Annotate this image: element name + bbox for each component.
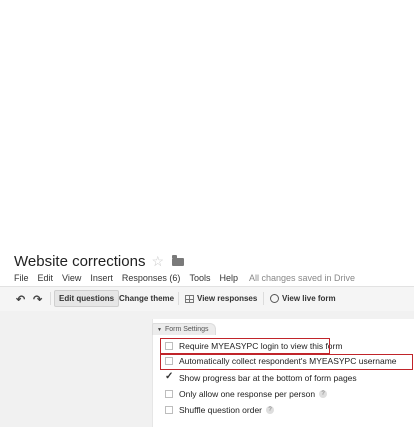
- change-theme-label: Change theme: [119, 294, 175, 303]
- menu-bar: File Edit View Insert Responses (6) Tool…: [14, 271, 364, 285]
- globe-icon: [270, 294, 279, 303]
- menu-help[interactable]: Help: [219, 273, 238, 283]
- option-label: Only allow one response per person: [179, 389, 316, 399]
- save-status: All changes saved in Drive: [248, 273, 356, 283]
- folder-icon[interactable]: [172, 255, 185, 266]
- editor-content: ▼ Form Settings Require MYEASYPC login t…: [0, 311, 414, 427]
- toolbar-divider: [178, 292, 179, 305]
- menu-responses[interactable]: Responses (6): [122, 273, 181, 283]
- option-shuffle-questions[interactable]: Shuffle question order ?: [165, 404, 275, 416]
- form-settings-toggle[interactable]: ▼ Form Settings: [152, 323, 216, 335]
- form-settings-label: Form Settings: [164, 326, 209, 333]
- menu-edit[interactable]: Edit: [38, 273, 54, 283]
- shuffle-questions-checkbox[interactable]: [165, 406, 173, 414]
- option-label: Show progress bar at the bottom of form …: [179, 373, 357, 383]
- change-theme-button[interactable]: Change theme: [115, 290, 178, 307]
- toolbar-divider: [263, 292, 264, 305]
- toolbar-divider: [50, 292, 51, 305]
- menu-view[interactable]: View: [62, 273, 81, 283]
- edit-questions-label: Edit questions: [59, 294, 115, 303]
- redo-icon[interactable]: ↷: [33, 293, 42, 306]
- progress-bar-checkbox[interactable]: [165, 371, 173, 382]
- menu-insert[interactable]: Insert: [90, 273, 113, 283]
- table-icon: [185, 294, 194, 303]
- view-live-form-label: View live form: [282, 294, 336, 303]
- menu-file[interactable]: File: [14, 273, 29, 283]
- title-row: Website corrections ☆: [14, 251, 185, 271]
- highlight-require-login: [160, 338, 330, 354]
- star-icon[interactable]: ☆: [151, 254, 164, 268]
- view-responses-label: View responses: [197, 294, 258, 303]
- view-live-form-button[interactable]: View live form: [266, 290, 340, 307]
- help-icon[interactable]: ?: [319, 390, 328, 398]
- toolbar: ↶ ↷ Edit questions Change theme View res…: [0, 286, 414, 312]
- help-icon[interactable]: ?: [266, 406, 275, 414]
- view-responses-button[interactable]: View responses: [181, 290, 261, 307]
- menu-tools[interactable]: Tools: [189, 273, 210, 283]
- document-title[interactable]: Website corrections: [14, 253, 145, 270]
- option-one-response[interactable]: Only allow one response per person ?: [165, 388, 328, 400]
- option-progress-bar[interactable]: Show progress bar at the bottom of form …: [165, 371, 357, 384]
- edit-questions-button[interactable]: Edit questions: [54, 290, 120, 307]
- option-label: Shuffle question order: [179, 405, 263, 415]
- triangle-down-icon: ▼: [157, 326, 162, 333]
- one-response-checkbox[interactable]: [165, 390, 173, 398]
- highlight-collect-username: [160, 354, 413, 370]
- undo-icon[interactable]: ↶: [16, 293, 25, 306]
